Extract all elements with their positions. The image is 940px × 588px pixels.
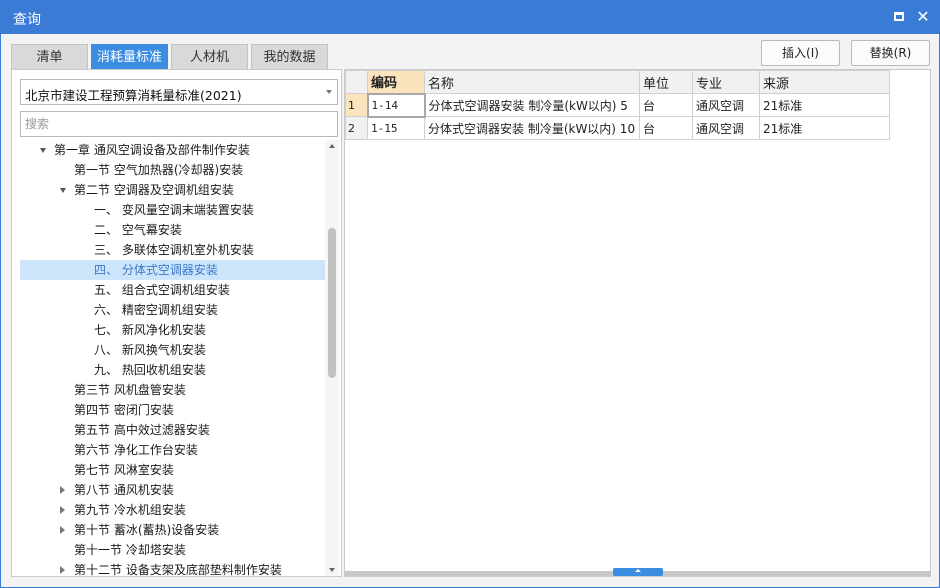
window-title: 查询 — [13, 12, 41, 28]
tree-node-label: 第一章 通风空调设备及部件制作安装 — [54, 143, 250, 157]
tree-node-label: 第七节 风淋室安装 — [74, 463, 174, 477]
collapse-arrow-icon[interactable] — [60, 486, 65, 494]
tab-labor-material-machine[interactable]: 人材机 — [171, 44, 248, 70]
collapse-arrow-icon[interactable] — [60, 566, 65, 574]
close-icon[interactable]: ✕ — [915, 9, 931, 25]
tree-node-label: 四、 分体式空调器安装 — [94, 263, 218, 277]
tree-node[interactable]: 第七节 风淋室安装 — [20, 460, 325, 480]
cell-source[interactable]: 21标准 — [759, 93, 890, 117]
maximize-icon[interactable] — [891, 9, 907, 25]
tree-node[interactable]: 八、 新风换气机安装 — [20, 340, 325, 360]
replace-button[interactable]: 替换(R) — [851, 40, 930, 66]
tree-node-label: 一、 变风量空调末端装置安装 — [94, 203, 254, 217]
tree-node-label: 七、 新风净化机安装 — [94, 323, 206, 337]
column-header-source[interactable]: 来源 — [759, 70, 890, 94]
tree-node-label: 九、 热回收机组安装 — [94, 363, 206, 377]
tree-node[interactable]: 第九节 冷水机组安装 — [20, 500, 325, 520]
insert-button[interactable]: 插入(I) — [761, 40, 840, 66]
tree-node[interactable]: 第十节 蓄冰(蓄热)设备安装 — [20, 520, 325, 540]
column-header-major[interactable]: 专业 — [692, 70, 760, 94]
cell-unit[interactable]: 台 — [639, 116, 693, 140]
tree-node-label: 第九节 冷水机组安装 — [74, 503, 186, 517]
tree-node[interactable]: 第一节 空气加热器(冷却器)安装 — [20, 160, 325, 180]
cell-major[interactable]: 通风空调 — [692, 116, 760, 140]
tree-node[interactable]: 第六节 净化工作台安装 — [20, 440, 325, 460]
tree-node[interactable]: 一、 变风量空调末端装置安装 — [20, 200, 325, 220]
tree-node-label: 八、 新风换气机安装 — [94, 343, 206, 357]
column-header-code[interactable]: 编码 — [367, 70, 425, 94]
tree-node-label: 第十节 蓄冰(蓄热)设备安装 — [74, 523, 220, 537]
tree-node[interactable]: 第三节 风机盘管安装 — [20, 380, 325, 400]
tree-node[interactable]: 二、 空气幕安装 — [20, 220, 325, 240]
expand-arrow-icon[interactable] — [60, 188, 66, 193]
tree-node-label: 二、 空气幕安装 — [94, 223, 182, 237]
row-number-header — [345, 70, 368, 94]
query-window: 查询 ✕ 清单 消耗量标准 人材机 我的数据 插入(I) 替换(R) 北京市建设… — [0, 0, 940, 588]
expand-arrow-icon[interactable] — [40, 148, 46, 153]
tree-node-label: 第一节 空气加热器(冷却器)安装 — [74, 163, 244, 177]
cell-code[interactable]: 1-15 — [367, 116, 425, 140]
row-number: 2 — [345, 116, 368, 140]
tree-node-label: 第二节 空调器及空调机组安装 — [74, 183, 234, 197]
cell-code[interactable]: 1-14 — [366, 92, 426, 118]
cell-name[interactable]: 分体式空调器安装 制冷量(kW以内) 10 — [424, 116, 640, 140]
tree-node-label: 第十二节 设备支架及底部垫料制作安装 — [74, 563, 282, 576]
tab-consumption-standard[interactable]: 消耗量标准 — [91, 44, 168, 70]
chapter-tree: 第一章 通风空调设备及部件制作安装第一节 空气加热器(冷却器)安装 第二节 空调器… — [20, 140, 325, 576]
row-number: 1 — [345, 93, 368, 117]
tree-scrollbar[interactable] — [325, 140, 339, 576]
tree-node[interactable]: 第八节 通风机安装 — [20, 480, 325, 500]
cell-name[interactable]: 分体式空调器安装 制冷量(kW以内) 5 — [424, 93, 640, 117]
scrollbar-thumb[interactable] — [328, 228, 336, 378]
tree-node[interactable]: 四、 分体式空调器安装 — [20, 260, 325, 280]
tree-node-label: 第八节 通风机安装 — [74, 483, 174, 497]
cell-unit[interactable]: 台 — [639, 93, 693, 117]
table-row[interactable]: 1 1-14 分体式空调器安装 制冷量(kW以内) 5 台 通风空调 21标准 — [345, 92, 890, 118]
tree-node-label: 第五节 高中效过滤器安装 — [74, 423, 210, 437]
cell-major[interactable]: 通风空调 — [692, 93, 760, 117]
title-bar: 查询 ✕ — [1, 1, 939, 34]
tree-node[interactable]: 第二节 空调器及空调机组安装 — [20, 180, 325, 200]
tree-node-label: 第六节 净化工作台安装 — [74, 443, 198, 457]
tree-node[interactable]: 五、 组合式空调机组安装 — [20, 280, 325, 300]
collapse-arrow-icon[interactable] — [60, 506, 65, 514]
standard-select-value: 北京市建设工程预算消耗量标准(2021) — [25, 88, 242, 103]
chevron-down-icon — [326, 90, 332, 94]
tree-node[interactable]: 七、 新风净化机安装 — [20, 320, 325, 340]
table-row[interactable]: 2 1-15 分体式空调器安装 制冷量(kW以内) 10 台 通风空调 21标准 — [345, 116, 890, 140]
column-header-unit[interactable]: 单位 — [639, 70, 693, 94]
table-header-row: 编码 名称 单位 专业 来源 — [345, 70, 890, 94]
tree-node[interactable]: 第四节 密闭门安装 — [20, 400, 325, 420]
collapse-arrow-icon[interactable] — [60, 526, 65, 534]
tree-node[interactable]: 九、 热回收机组安装 — [20, 360, 325, 380]
splitter-grip-icon[interactable] — [613, 568, 663, 576]
splitter-bar[interactable] — [345, 568, 930, 576]
tab-bill[interactable]: 清单 — [11, 44, 88, 70]
result-table: 编码 名称 单位 专业 来源 1 1-14 分体式空调器安装 制冷量(kW以内)… — [345, 70, 890, 140]
tree-node[interactable]: 第十一节 冷却塔安装 — [20, 540, 325, 560]
tree-node-label: 第四节 密闭门安装 — [74, 403, 174, 417]
scroll-down-icon[interactable] — [329, 568, 335, 572]
result-grid-panel: 编码 名称 单位 专业 来源 1 1-14 分体式空调器安装 制冷量(kW以内)… — [344, 69, 931, 577]
column-header-name[interactable]: 名称 — [424, 70, 640, 94]
tree-node-label: 三、 多联体空调机室外机安装 — [94, 243, 254, 257]
scroll-up-icon[interactable] — [329, 144, 335, 148]
tree-node-label: 第三节 风机盘管安装 — [74, 383, 186, 397]
tree-node-label: 五、 组合式空调机组安装 — [94, 283, 230, 297]
tree-node-label: 六、 精密空调机组安装 — [94, 303, 218, 317]
tab-my-data[interactable]: 我的数据 — [251, 44, 328, 70]
standard-select[interactable]: 北京市建设工程预算消耗量标准(2021) — [20, 79, 338, 105]
tree-node[interactable]: 六、 精密空调机组安装 — [20, 300, 325, 320]
search-input[interactable] — [20, 111, 338, 137]
tree-node[interactable]: 第一章 通风空调设备及部件制作安装 — [20, 140, 325, 160]
tree-node[interactable]: 三、 多联体空调机室外机安装 — [20, 240, 325, 260]
tree-node-label: 第十一节 冷却塔安装 — [74, 543, 186, 557]
left-panel: 北京市建设工程预算消耗量标准(2021) 第一章 通风空调设备及部件制作安装第一… — [11, 69, 342, 577]
tree-node[interactable]: 第五节 高中效过滤器安装 — [20, 420, 325, 440]
cell-source[interactable]: 21标准 — [759, 116, 890, 140]
tree-node[interactable]: 第十二节 设备支架及底部垫料制作安装 — [20, 560, 325, 576]
